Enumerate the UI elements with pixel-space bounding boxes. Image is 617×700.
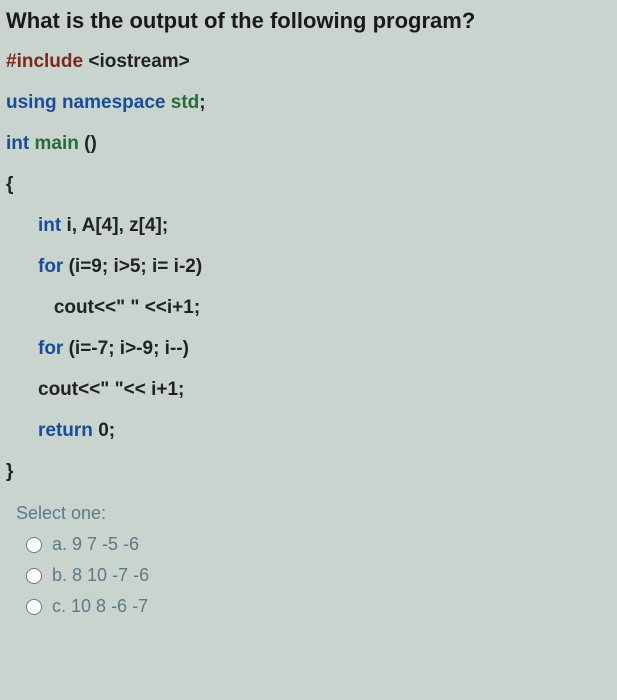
code-seg: i, A[4], z[4]; xyxy=(67,215,169,236)
code-seg: namespace xyxy=(62,92,171,113)
code-seg: std xyxy=(171,92,200,113)
code-line: int i, A[4], z[4]; xyxy=(6,216,617,235)
code-line: cout<<" "<< i+1; xyxy=(6,380,617,399)
question-page: What is the output of the following prog… xyxy=(0,0,617,700)
option-text: 8 10 -7 -6 xyxy=(72,565,149,586)
code-seg: #include xyxy=(6,51,88,72)
code-seg: ; xyxy=(199,92,205,113)
option-letter: b. xyxy=(52,565,67,586)
code-line: } xyxy=(6,462,617,481)
code-seg: cout<<" " <<i+1; xyxy=(38,297,200,318)
code-seg: int xyxy=(38,215,67,236)
option-letter: a. xyxy=(52,534,67,555)
question-title: What is the output of the following prog… xyxy=(6,8,617,34)
code-seg: (i=-7; i>-9; i--) xyxy=(69,338,189,359)
code-line: for (i=9; i>5; i= i-2) xyxy=(6,257,617,276)
code-line: cout<<" " <<i+1; xyxy=(6,298,617,317)
code-line: using namespace std; xyxy=(6,93,617,112)
option-text: 10 8 -6 -7 xyxy=(71,596,148,617)
option-text: 9 7 -5 -6 xyxy=(72,534,139,555)
code-seg: () xyxy=(84,133,97,154)
option-c-radio[interactable] xyxy=(26,599,42,615)
code-seg: 0; xyxy=(98,420,115,441)
code-line: int main () xyxy=(6,134,617,153)
code-line: return 0; xyxy=(6,421,617,440)
option-b-radio[interactable] xyxy=(26,568,42,584)
option-a[interactable]: a. 9 7 -5 -6 xyxy=(26,534,617,555)
code-seg: } xyxy=(6,461,13,482)
code-seg: { xyxy=(6,174,13,195)
code-seg: (i=9; i>5; i= i-2) xyxy=(69,256,203,277)
code-seg: for xyxy=(38,256,69,277)
code-seg: <iostream> xyxy=(88,51,189,72)
code-seg: for xyxy=(38,338,69,359)
answers-block: Select one: a. 9 7 -5 -6 b. 8 10 -7 -6 c… xyxy=(6,503,617,617)
option-a-radio[interactable] xyxy=(26,537,42,553)
option-b[interactable]: b. 8 10 -7 -6 xyxy=(26,565,617,586)
option-c[interactable]: c. 10 8 -6 -7 xyxy=(26,596,617,617)
option-letter: c. xyxy=(52,596,66,617)
code-seg: main xyxy=(35,133,85,154)
code-block: #include <iostream> using namespace std;… xyxy=(6,52,617,481)
code-seg: using xyxy=(6,92,62,113)
code-seg: return xyxy=(38,420,98,441)
code-line: { xyxy=(6,175,617,194)
code-line: for (i=-7; i>-9; i--) xyxy=(6,339,617,358)
code-line: #include <iostream> xyxy=(6,52,617,71)
code-seg: int xyxy=(6,133,35,154)
answers-title: Select one: xyxy=(16,503,617,524)
code-seg: cout<<" "<< i+1; xyxy=(38,379,184,400)
